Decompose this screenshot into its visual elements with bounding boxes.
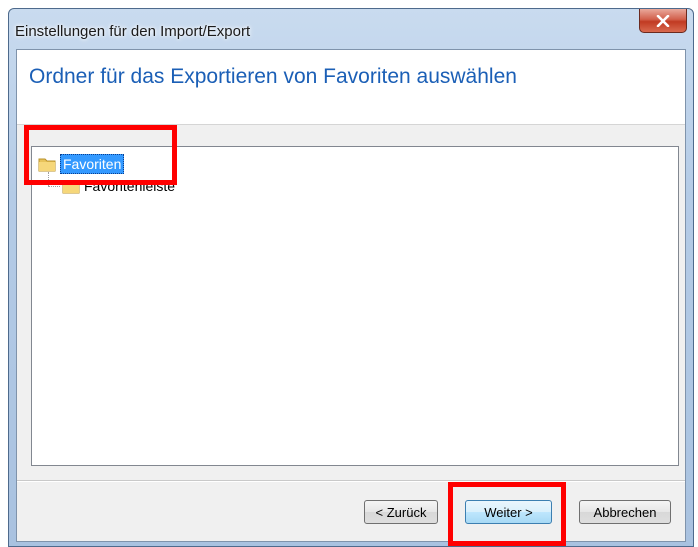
tree-item-label: Favoritenleiste [84, 178, 176, 194]
tree-item-favoriten[interactable]: Favoriten [38, 154, 125, 174]
folder-icon [38, 158, 56, 172]
cancel-button[interactable]: Abbrechen [579, 500, 671, 524]
next-button[interactable]: Weiter > [465, 500, 552, 524]
folder-tree[interactable]: Favoriten Favoritenleiste [31, 146, 679, 466]
close-button[interactable] [639, 9, 687, 33]
separator [17, 480, 685, 482]
tree-item-label: Favoriten [60, 154, 125, 174]
page-heading: Ordner für das Exportieren von Favoriten… [29, 65, 517, 88]
tree-connector [48, 186, 60, 187]
dialog-window: Einstellungen für den Import/Export Ordn… [8, 8, 694, 547]
title-bar[interactable]: Einstellungen für den Import/Export [9, 9, 693, 49]
back-button[interactable]: < Zurück [364, 500, 438, 524]
tree-item-favoritenleiste[interactable]: Favoritenleiste [62, 176, 175, 196]
header-panel: Ordner für das Exportieren von Favoriten… [17, 50, 685, 125]
folder-icon [62, 180, 80, 194]
window-title: Einstellungen für den Import/Export [15, 23, 251, 40]
close-x-icon [656, 14, 670, 27]
tree-connector [48, 172, 49, 186]
dialog-client-area: Ordner für das Exportieren von Favoriten… [16, 49, 686, 542]
